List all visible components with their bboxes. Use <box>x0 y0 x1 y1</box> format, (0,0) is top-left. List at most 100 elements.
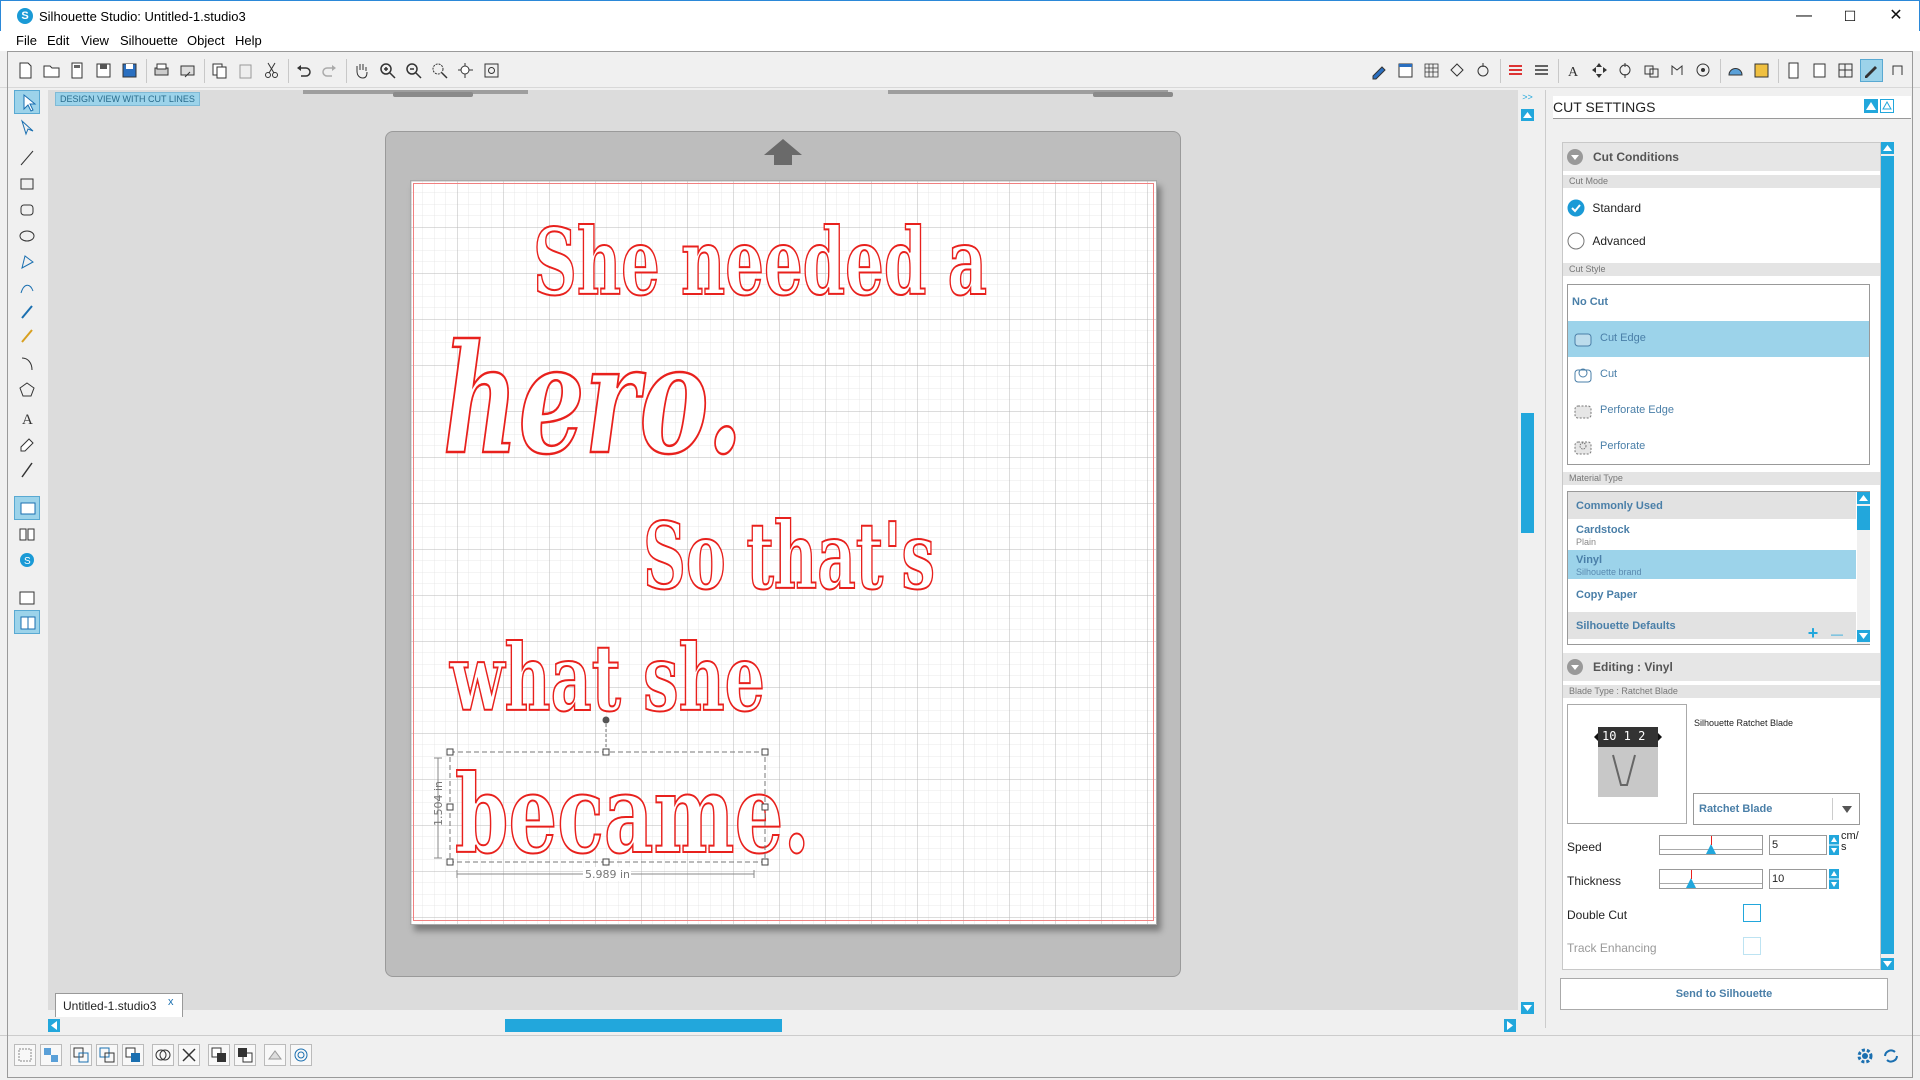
resize-handle[interactable] <box>446 803 454 811</box>
fill-pattern-icon[interactable] <box>1530 59 1553 82</box>
design-view-icon[interactable] <box>14 496 40 520</box>
regular-polygon-tool-icon[interactable] <box>14 378 40 402</box>
trace-icon[interactable] <box>1692 59 1715 82</box>
curve-tool-icon[interactable] <box>14 276 40 300</box>
freehand-tool-icon[interactable] <box>14 300 40 324</box>
scroll-right-arrow-icon[interactable] <box>1504 1019 1516 1035</box>
new-document-icon[interactable] <box>14 59 37 82</box>
material-group-commonly-used[interactable]: Commonly Used <box>1568 492 1856 519</box>
cut-scissors-icon[interactable] <box>260 59 283 82</box>
redo-icon[interactable] <box>318 59 341 82</box>
print-icon[interactable] <box>150 59 173 82</box>
store-icon[interactable] <box>1750 59 1773 82</box>
select-tool-icon[interactable] <box>14 90 40 114</box>
canvas-line-3[interactable]: So that's <box>642 501 936 611</box>
maximize-button[interactable]: ☐ <box>1827 1 1873 32</box>
single-view-icon[interactable] <box>14 586 40 610</box>
material-cardstock[interactable]: Cardstock Plain <box>1568 521 1856 548</box>
vertical-scroll-thumb[interactable] <box>1521 413 1534 533</box>
library-view-icon[interactable] <box>14 522 40 546</box>
double-cut-checkbox[interactable] <box>1743 904 1761 922</box>
store-view-icon[interactable]: S <box>14 548 40 572</box>
scroll-up-arrow-icon[interactable] <box>1521 109 1534 124</box>
canvas-line-1[interactable]: She needed a <box>532 207 988 317</box>
mode-standard-radio[interactable]: Standard <box>1567 199 1641 217</box>
canvas-line-4[interactable]: what she <box>448 623 766 733</box>
resize-handle[interactable] <box>602 748 610 756</box>
collapse-panel-icon[interactable]: >> <box>1521 92 1534 104</box>
track-enhancing-checkbox[interactable] <box>1743 937 1761 955</box>
registration-marks-icon[interactable] <box>1446 59 1469 82</box>
send-panel-icon[interactable] <box>1782 59 1805 82</box>
panel-scroll-thumb[interactable] <box>1881 156 1894 954</box>
save-to-library-icon[interactable] <box>118 59 141 82</box>
menu-silhouette[interactable]: Silhouette <box>120 33 178 48</box>
minimize-button[interactable]: — <box>1781 1 1827 32</box>
thickness-input[interactable]: 10 <box>1769 869 1827 889</box>
resize-handle[interactable] <box>761 748 769 756</box>
paste-icon[interactable] <box>234 59 257 82</box>
resize-handle[interactable] <box>602 858 610 866</box>
speed-slider[interactable] <box>1659 835 1763 855</box>
panel-collapse-icon[interactable] <box>1864 99 1878 113</box>
editing-header[interactable]: Editing : Vinyl <box>1563 653 1880 681</box>
print-and-cut-icon[interactable] <box>176 59 199 82</box>
ungroup-icon[interactable] <box>40 1044 62 1066</box>
material-copy-paper[interactable]: Copy Paper <box>1568 582 1856 609</box>
resize-handle[interactable] <box>761 803 769 811</box>
page-setup-icon[interactable] <box>1394 59 1417 82</box>
release-clipping-icon[interactable] <box>264 1044 286 1066</box>
text-style-icon[interactable]: A <box>1562 59 1585 82</box>
rotate-handle[interactable] <box>602 716 610 724</box>
grid-panel-icon[interactable] <box>1834 59 1857 82</box>
panel-scroll-up-icon[interactable] <box>1881 142 1894 154</box>
sync-icon[interactable] <box>1880 1045 1902 1070</box>
blade-type-select[interactable]: Ratchet Blade <box>1693 793 1860 825</box>
horizontal-scroll-thumb[interactable] <box>505 1019 782 1032</box>
cut-style-cut-edge[interactable]: Cut Edge <box>1568 321 1869 357</box>
offset-icon[interactable] <box>1666 59 1689 82</box>
trace-area-icon[interactable] <box>290 1044 312 1066</box>
menu-edit[interactable]: Edit <box>47 33 69 48</box>
polygon-tool-icon[interactable] <box>14 250 40 274</box>
eraser-tool-icon[interactable] <box>14 432 40 456</box>
cut-style-perforate-edge[interactable]: Perforate Edge <box>1568 393 1869 429</box>
menu-help[interactable]: Help <box>235 33 262 48</box>
zoom-drag-icon[interactable] <box>454 59 477 82</box>
open-library-icon[interactable] <box>66 59 89 82</box>
smooth-freehand-tool-icon[interactable] <box>14 324 40 348</box>
cut-style-cut[interactable]: Cut <box>1568 357 1869 393</box>
line-style-icon[interactable] <box>1504 59 1527 82</box>
bring-to-front-icon[interactable] <box>208 1044 230 1066</box>
send-to-back-icon[interactable] <box>234 1044 256 1066</box>
ellipse-tool-icon[interactable] <box>14 224 40 248</box>
modify-icon[interactable] <box>1640 59 1663 82</box>
panel-scrollbar[interactable] <box>1881 142 1894 970</box>
resize-handle[interactable] <box>761 858 769 866</box>
release-compound-path-icon[interactable] <box>96 1044 118 1066</box>
replicate-icon[interactable] <box>1614 59 1637 82</box>
resize-handle[interactable] <box>446 858 454 866</box>
undo-icon[interactable] <box>292 59 315 82</box>
speed-slider-thumb[interactable] <box>1706 844 1716 854</box>
line-tool-icon[interactable] <box>14 146 40 170</box>
send-to-silhouette-button[interactable]: Send to Silhouette <box>1560 978 1888 1010</box>
design-vertical-scrollbar[interactable]: >> <box>1519 90 1536 1020</box>
split-view-icon[interactable] <box>14 610 40 634</box>
panel-pin-icon[interactable] <box>1880 99 1894 113</box>
scroll-left-arrow-icon[interactable] <box>48 1019 60 1035</box>
document-tab[interactable]: Untitled-1.studio3 x <box>55 993 183 1017</box>
zoom-selection-icon[interactable] <box>428 59 451 82</box>
scroll-down-arrow-icon[interactable] <box>1521 1002 1534 1017</box>
canvas-line-2[interactable]: hero. <box>442 311 745 490</box>
zoom-out-icon[interactable] <box>402 59 425 82</box>
add-material-button[interactable]: + <box>1802 624 1824 643</box>
copy-icon[interactable] <box>208 59 231 82</box>
collapse-section-icon[interactable] <box>1567 659 1583 675</box>
close-button[interactable]: ✕ <box>1873 1 1919 32</box>
library-icon[interactable] <box>1724 59 1747 82</box>
menu-object[interactable]: Object <box>187 33 225 48</box>
resize-handle[interactable] <box>446 748 454 756</box>
thickness-spinner[interactable] <box>1829 869 1839 889</box>
weld-icon[interactable] <box>152 1044 174 1066</box>
